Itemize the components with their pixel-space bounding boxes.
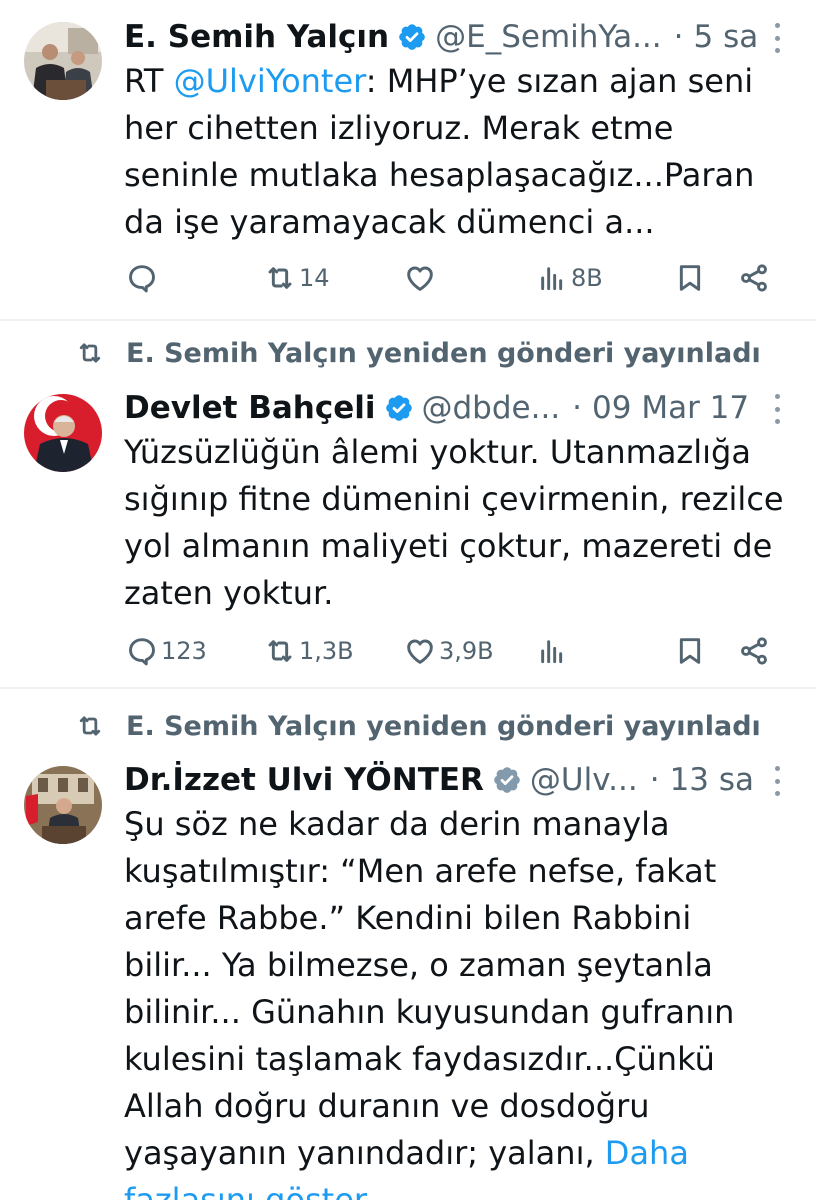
- reply-button[interactable]: 123: [126, 629, 207, 673]
- share-button[interactable]: [738, 256, 770, 300]
- retweet-icon: [268, 267, 292, 289]
- author-name[interactable]: Dr.İzzet Ulvi YÖNTER: [124, 762, 484, 798]
- heart-icon: [407, 266, 433, 291]
- separator-dot: ·: [673, 19, 684, 55]
- tweet-text: RT @UlviYonter: MHP’ye sızan ajan seni h…: [124, 58, 784, 246]
- more-options-icon[interactable]: [772, 766, 782, 796]
- tweet-text: Yüzsüzlüğün âlemi yoktur. Utanmazlığa sı…: [124, 429, 784, 617]
- like-button[interactable]: [404, 256, 439, 300]
- author-handle[interactable]: @dbde...: [422, 390, 561, 426]
- verified-badge-icon[interactable]: [384, 393, 414, 423]
- views-button[interactable]: 8B: [536, 256, 603, 300]
- more-options-icon[interactable]: [772, 394, 782, 424]
- retweet-count: 14: [299, 264, 330, 292]
- bookmark-icon: [679, 265, 701, 291]
- reply-icon: [129, 265, 155, 293]
- author-name[interactable]: Devlet Bahçeli: [124, 390, 376, 426]
- heart-icon: [407, 639, 433, 664]
- retweet-indicator[interactable]: E. Semih Yalçın yeniden gönderi yayınlad…: [76, 333, 761, 373]
- bookmark-icon: [679, 638, 701, 664]
- tweet-header: Devlet Bahçeli @dbde... · 09 Mar 17: [124, 388, 756, 428]
- retweet-indicator[interactable]: E. Semih Yalçın yeniden gönderi yayınlad…: [76, 706, 761, 746]
- timestamp[interactable]: 5 sa: [694, 19, 759, 55]
- avatar-photo: [24, 766, 102, 844]
- timestamp[interactable]: 09 Mar 17: [592, 390, 749, 426]
- retweet-icon: [79, 343, 101, 363]
- views-icon: [541, 267, 563, 291]
- retweet-indicator-label: E. Semih Yalçın yeniden gönderi yayınlad…: [126, 710, 761, 742]
- share-icon: [741, 264, 767, 292]
- share-button[interactable]: [738, 629, 770, 673]
- action-bar: 123 1,3B 3,9B: [126, 629, 776, 673]
- retweet-button[interactable]: 14: [264, 256, 330, 300]
- separator-dot: ·: [572, 390, 583, 426]
- more-options-icon[interactable]: [772, 23, 782, 53]
- tweet-text-body: Yüzsüzlüğün âlemi yoktur. Utanmazlığa sı…: [124, 433, 784, 612]
- like-button[interactable]: 3,9B: [404, 629, 494, 673]
- tweet-3[interactable]: E. Semih Yalçın yeniden gönderi yayınlad…: [0, 689, 816, 1200]
- tweet-header: Dr.İzzet Ulvi YÖNTER @Ulv... · 13 sa: [124, 760, 756, 800]
- views-count: 8B: [571, 264, 603, 292]
- timestamp[interactable]: 13 sa: [670, 762, 754, 798]
- avatar-photo: [24, 394, 102, 472]
- avatar[interactable]: [24, 22, 102, 100]
- share-icon: [741, 637, 767, 665]
- retweet-indicator-label: E. Semih Yalçın yeniden gönderi yayınlad…: [126, 337, 761, 369]
- avatar[interactable]: [24, 394, 102, 472]
- reply-button[interactable]: [126, 256, 161, 300]
- separator-dot: ·: [649, 762, 660, 798]
- bookmark-button[interactable]: [674, 629, 706, 673]
- verified-badge-icon[interactable]: [397, 22, 427, 52]
- avatar-photo: [24, 22, 102, 100]
- like-count: 3,9B: [439, 637, 494, 665]
- author-handle[interactable]: @Ulv...: [530, 762, 638, 798]
- reply-count: 123: [161, 637, 207, 665]
- action-bar: 14 8B: [126, 256, 776, 300]
- mention-link[interactable]: @UlviYonter: [174, 62, 366, 100]
- tweet-header: E. Semih Yalçın @E_SemihYa... · 5 sa: [124, 17, 759, 57]
- retweet-button[interactable]: 1,3B: [264, 629, 354, 673]
- views-button[interactable]: [536, 629, 571, 673]
- rt-prefix: RT: [124, 62, 174, 100]
- tweet-2[interactable]: E. Semih Yalçın yeniden gönderi yayınlad…: [0, 321, 816, 686]
- tweet-text: Şu söz ne kadar da derin manayla kuşatıl…: [124, 801, 784, 1200]
- retweet-count: 1,3B: [299, 637, 354, 665]
- tweet-1[interactable]: E. Semih Yalçın @E_SemihYa... · 5 sa RT …: [0, 0, 816, 320]
- author-name[interactable]: E. Semih Yalçın: [124, 19, 389, 55]
- retweet-icon: [79, 716, 101, 736]
- bookmark-button[interactable]: [674, 256, 706, 300]
- verified-badge-gray-icon[interactable]: [492, 765, 522, 795]
- retweet-icon: [268, 640, 292, 662]
- author-handle[interactable]: @E_SemihYa...: [435, 19, 662, 55]
- reply-icon: [129, 638, 155, 666]
- avatar[interactable]: [24, 766, 102, 844]
- views-icon: [541, 640, 563, 664]
- tweet-text-body: Şu söz ne kadar da derin manayla kuşatıl…: [124, 805, 735, 1172]
